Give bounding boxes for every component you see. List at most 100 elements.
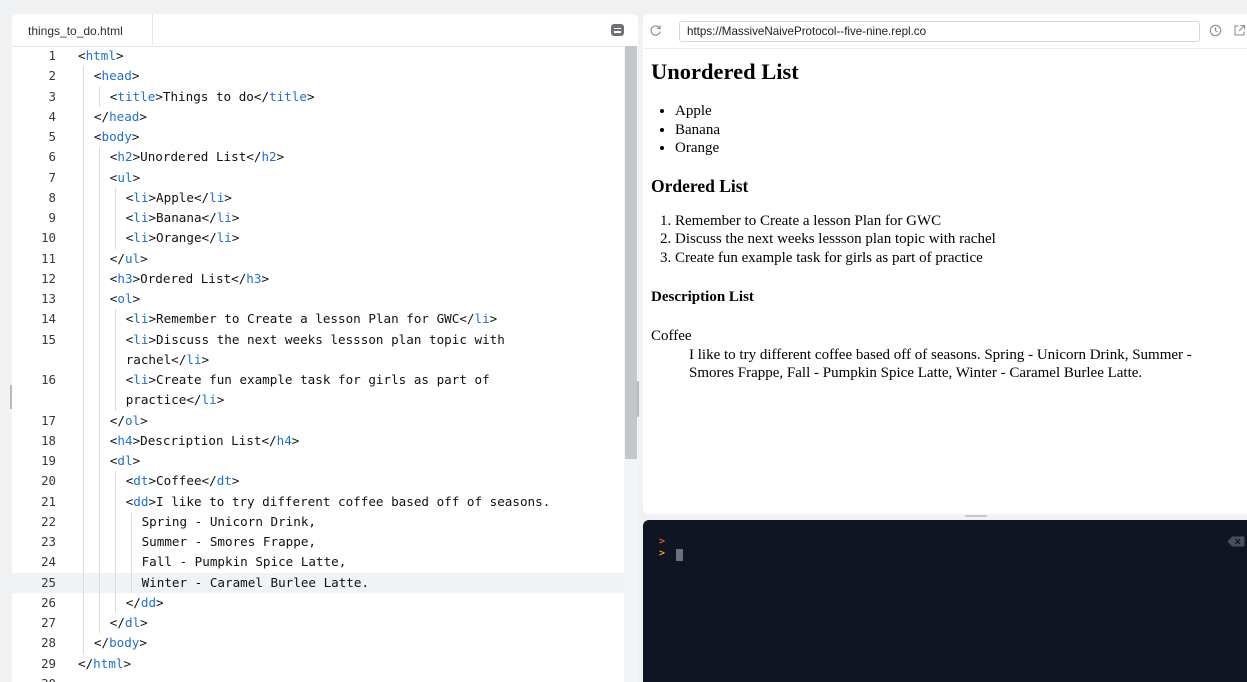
indent-guide — [83, 532, 84, 553]
clear-console-icon[interactable] — [1227, 536, 1245, 547]
indent-guide — [83, 86, 84, 107]
line-number: 17 — [41, 412, 56, 428]
code-line[interactable]: 14 <li>Remember to Create a lesson Plan f… — [12, 309, 624, 330]
code-line[interactable]: 26 </dd> — [12, 592, 624, 613]
sidebar-resize-handle[interactable] — [10, 385, 12, 409]
indent-guide — [114, 572, 116, 593]
indent-guide — [114, 329, 116, 350]
code-line[interactable]: 28 </body> — [12, 633, 624, 654]
reload-icon[interactable] — [649, 24, 662, 37]
tag-name: dl — [117, 453, 133, 468]
indent-guide — [83, 491, 84, 512]
code-line[interactable]: 5 <body> — [12, 127, 624, 148]
code-line[interactable]: 6 <h2>Unordered List</h2> — [12, 147, 624, 168]
ordered-list: Remember to Create a lesson Plan for GWC… — [651, 212, 1247, 268]
console-resize-handle[interactable] — [965, 515, 987, 517]
code-line[interactable]: 23 Summer - Smores Frappe, — [12, 532, 624, 553]
tag-name: dd — [133, 493, 149, 509]
line-number: 7 — [48, 169, 56, 185]
line-number: 29 — [41, 655, 56, 671]
history-icon[interactable] — [1209, 24, 1222, 37]
tag-name: h3 — [117, 270, 133, 286]
console-pane[interactable]: > > — [643, 520, 1247, 682]
url-bar: https://MassiveNaiveProtocol--five-nine.… — [643, 14, 1247, 49]
code-line[interactable]: 8 <li>Apple</li> — [12, 187, 624, 208]
code-line[interactable]: 21 <dd>I like to try different coffee bas… — [12, 491, 624, 512]
tag-name: li — [201, 392, 217, 408]
tag-name: h4 — [117, 432, 133, 448]
tag-name: h2 — [117, 149, 133, 165]
indent-guide — [98, 390, 100, 411]
code-line[interactable]: 1 <html> — [12, 46, 624, 66]
code-text: Winter - Caramel Burlee Latte. — [141, 574, 370, 590]
code-text: </ul> — [109, 250, 148, 266]
code-line[interactable]: 18 <h4>Description List</h4> — [12, 430, 624, 451]
tag-name: ul — [124, 250, 141, 266]
editor-tab-bar: things_to_do.html — [12, 14, 638, 47]
code-area[interactable]: 1 <html> 2 <head> 3 <title>Things to do</titl… — [12, 46, 624, 682]
code-line[interactable]: 27 </dl> — [12, 613, 624, 634]
code-line[interactable]: 2 <head> — [12, 66, 624, 87]
line-number: 28 — [41, 635, 56, 651]
indent-guide — [83, 349, 84, 370]
code-line[interactable]: 9 <li>Banana</li> — [12, 208, 624, 229]
indent-guide — [83, 167, 84, 188]
code-line[interactable]: 12 <h3>Ordered List</h3> — [12, 268, 624, 289]
code-line[interactable]: 10 <li>Orange</li> — [12, 228, 624, 249]
indent-guide — [98, 208, 100, 229]
code-line[interactable]: 15 <li>Discuss the next weeks lessson pla… — [12, 329, 624, 350]
code-text: <h4>Description List</h4> — [109, 432, 300, 448]
menu-icon[interactable] — [611, 24, 624, 36]
code-line[interactable]: practice</li> — [12, 390, 624, 411]
code-line[interactable]: rachel</li> — [12, 349, 624, 370]
file-tab[interactable]: things_to_do.html — [12, 14, 153, 45]
code-line[interactable]: 3 <title>Things to do</title> — [12, 86, 624, 107]
code-text: </dd> — [125, 594, 164, 610]
indent-guide — [83, 268, 84, 289]
code-line[interactable]: 4 </head> — [12, 106, 624, 127]
code-line[interactable]: 24 Fall - Pumpkin Spice Latte, — [12, 552, 624, 573]
line-number: 25 — [41, 574, 56, 590]
list-item: Discuss the next weeks lessson plan topi… — [675, 230, 1247, 249]
indent-guide — [130, 552, 132, 573]
code-line[interactable]: 25 Winter - Caramel Burlee Latte. — [12, 572, 624, 593]
tag-name: li — [216, 230, 232, 246]
code-line[interactable]: 7 <ul> — [12, 167, 624, 188]
code-line[interactable]: 11 </ul> — [12, 248, 624, 269]
code-text: <head> — [93, 68, 140, 84]
code-text: <li>Apple</li> — [125, 189, 232, 205]
indent-guide — [114, 532, 116, 553]
code-line[interactable]: 19 <dl> — [12, 451, 624, 472]
code-line[interactable]: 29 </html> — [12, 654, 624, 674]
code-text: </head> — [93, 108, 147, 124]
indent-guide — [98, 268, 100, 289]
code-line[interactable]: 17 </ol> — [12, 410, 624, 431]
editor-scrollbar[interactable] — [624, 46, 638, 682]
code-line[interactable]: 30 — [12, 674, 624, 682]
indent-guide — [98, 552, 100, 573]
line-number: 11 — [41, 250, 56, 266]
pane-resize-handle[interactable] — [637, 381, 639, 417]
line-number: 5 — [48, 129, 56, 144]
indent-guide — [83, 147, 84, 168]
indent-guide — [114, 228, 116, 249]
indent-guide — [98, 572, 100, 593]
open-new-tab-icon[interactable] — [1233, 24, 1246, 37]
code-line[interactable]: 13 <ol> — [12, 289, 624, 310]
indent-guide — [98, 228, 100, 249]
indent-guide — [114, 511, 116, 532]
indent-guide — [98, 532, 100, 553]
code-editor-pane: things_to_do.html 1 <html> 2 <head> 3 <title>… — [12, 14, 638, 682]
line-number: 22 — [41, 513, 56, 529]
editor-scrollbar-thumb[interactable] — [625, 46, 637, 459]
indent-guide — [83, 127, 84, 148]
indent-guide — [98, 329, 100, 350]
indent-guide — [114, 349, 116, 370]
code-line[interactable]: 22 Spring - Unicorn Drink, — [12, 511, 624, 532]
url-input[interactable]: https://MassiveNaiveProtocol--five-nine.… — [679, 21, 1200, 42]
code-line[interactable]: 16 <li>Create fun example task for girls … — [12, 370, 624, 391]
code-text: </body> — [93, 635, 147, 651]
indent-guide — [98, 511, 100, 532]
code-line[interactable]: 20 <dt>Coffee</dt> — [12, 471, 624, 492]
code-text: <title>Things to do</title> — [109, 88, 315, 104]
